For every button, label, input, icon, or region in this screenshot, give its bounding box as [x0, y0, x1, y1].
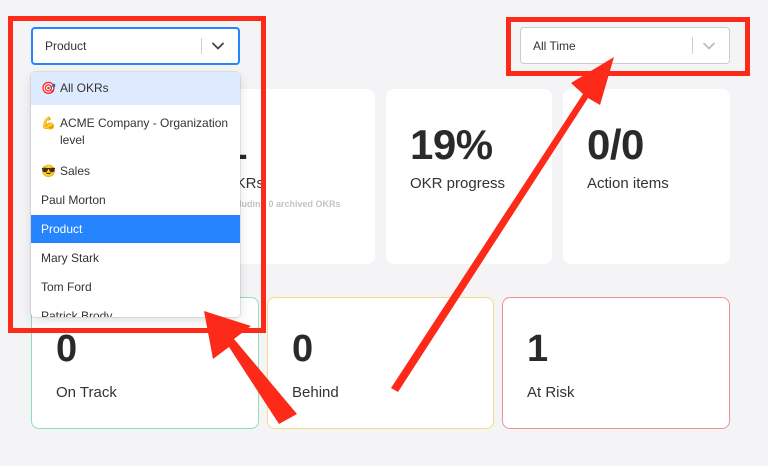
annotation-arrow	[204, 311, 297, 424]
annotation-arrows	[204, 57, 614, 424]
annotation-arrow	[391, 57, 614, 392]
